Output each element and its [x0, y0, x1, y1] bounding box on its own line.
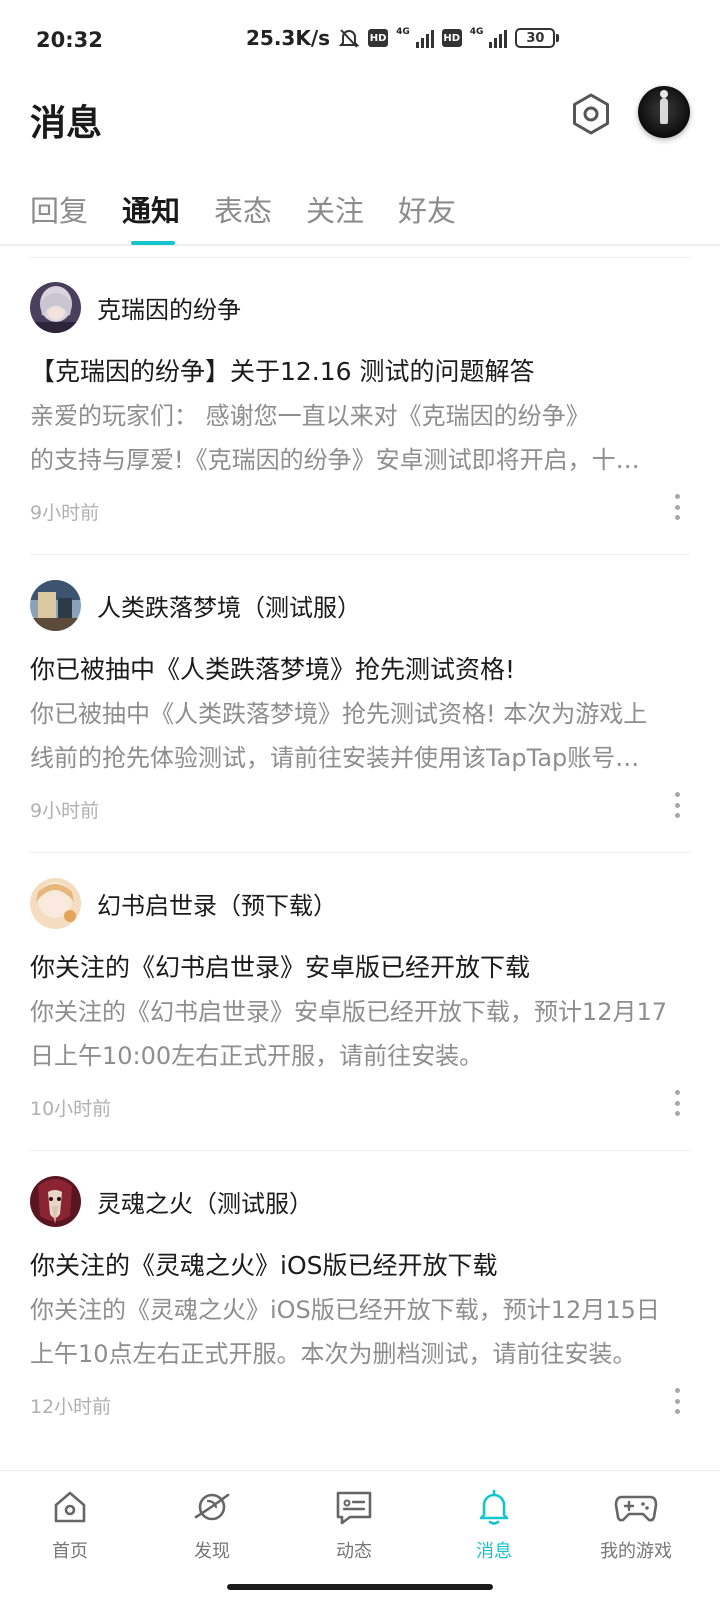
notification-body-line: 你关注的《灵魂之火》iOS版已经开放下载，预计12月15日 [30, 1296, 660, 1324]
game-avatar[interactable] [30, 282, 81, 333]
bell-icon [479, 1489, 509, 1525]
more-options-icon[interactable] [667, 790, 687, 820]
notification-source[interactable]: 人类跌落梦境（测试服） [97, 588, 361, 623]
notification-body-line: 的支持与厚爱!《克瑞因的纷争》安卓测试即将开启，十… [30, 446, 640, 474]
notification-body-line: 你已被抽中《人类跌落梦境》抢先测试资格! 本次为游戏上 [30, 700, 648, 728]
tab-reactions[interactable]: 表态 [214, 188, 272, 230]
notification-card[interactable]: 克瑞因的纷争 【克瑞因的纷争】关于12.16 测试的问题解答 亲爱的玩家们： 感… [0, 252, 720, 555]
notification-body-line: 线前的抢先体验测试，请前往安装并使用该TapTap账号… [30, 744, 640, 772]
notification-title: 你关注的《灵魂之火》iOS版已经开放下载 [30, 1251, 498, 1280]
planet-icon [194, 1493, 230, 1521]
status-indicators: 25.3K/s HD 4G HD 4G 30 [246, 26, 560, 50]
nav-home[interactable]: 首页 [10, 1485, 130, 1563]
tab-friends[interactable]: 好友 [398, 188, 456, 230]
tab-notifications[interactable]: 通知 [122, 188, 180, 230]
notification-card[interactable]: 灵魂之火（测试服） 你关注的《灵魂之火》iOS版已经开放下载 你关注的《灵魂之火… [0, 1146, 720, 1449]
status-time: 20:32 [36, 28, 103, 52]
bottom-navigation: 首页 发现 动态 消息 我的游戏 [0, 1470, 720, 1600]
notification-source[interactable]: 克瑞因的纷争 [97, 290, 241, 325]
avatar-figure-icon [660, 90, 668, 124]
notification-source[interactable]: 幻书启世录（预下载） [97, 886, 337, 921]
notification-time: 9小时前 [30, 800, 100, 822]
notification-body: 你关注的《灵魂之火》iOS版已经开放下载，预计12月15日 上午10点左右正式开… [30, 1288, 690, 1376]
more-options-icon[interactable] [667, 1088, 687, 1118]
nav-messages[interactable]: 消息 [434, 1485, 554, 1563]
battery-level: 30 [515, 28, 556, 48]
game-avatar[interactable] [30, 580, 81, 631]
notification-card[interactable]: 人类跌落梦境（测试服） 你已被抽中《人类跌落梦境》抢先测试资格! 你已被抽中《人… [0, 550, 720, 853]
notification-body-line: 上午10点左右正式开服。本次为删档测试，请前往安装。 [30, 1340, 637, 1368]
page-title: 消息 [30, 103, 103, 144]
nav-label: 动态 [336, 1541, 372, 1562]
settings-hexagon-icon [573, 93, 609, 135]
network-type-2: 4G [469, 27, 484, 37]
user-avatar[interactable] [638, 86, 690, 138]
notification-card[interactable]: 幻书启世录（预下载） 你关注的《幻书启世录》安卓版已经开放下载 你关注的《幻书启… [0, 848, 720, 1151]
more-options-icon[interactable] [667, 1386, 687, 1416]
notification-time: 10小时前 [30, 1098, 112, 1120]
nav-discover[interactable]: 发现 [152, 1485, 272, 1563]
nav-my-games[interactable]: 我的游戏 [576, 1485, 696, 1563]
notification-body-line: 你关注的《幻书启世录》安卓版已经开放下载，预计12月17 [30, 998, 668, 1026]
nav-feed[interactable]: 动态 [294, 1485, 414, 1563]
settings-button[interactable] [567, 90, 615, 138]
notification-list: 克瑞因的纷争 【克瑞因的纷争】关于12.16 测试的问题解答 亲爱的玩家们： 感… [0, 248, 720, 1470]
nav-label: 我的游戏 [600, 1541, 672, 1562]
network-type: 4G [396, 27, 410, 37]
notification-time: 9小时前 [30, 502, 100, 524]
mute-bell-icon [338, 29, 360, 48]
game-avatar[interactable] [30, 878, 81, 929]
nav-label: 首页 [52, 1541, 88, 1562]
notification-body: 亲爱的玩家们： 感谢您一直以来对《克瑞因的纷争》 的支持与厚爱!《克瑞因的纷争》… [30, 394, 690, 482]
notification-body-line: 亲爱的玩家们： 感谢您一直以来对《克瑞因的纷争》 [30, 402, 590, 430]
notification-source[interactable]: 灵魂之火（测试服） [97, 1184, 313, 1219]
notification-title: 【克瑞因的纷争】关于12.16 测试的问题解答 [30, 357, 535, 386]
network-speed: 25.3K/s [246, 26, 331, 50]
gamepad-icon [614, 1495, 658, 1522]
notification-title: 你已被抽中《人类跌落梦境》抢先测试资格! [30, 655, 516, 684]
game-avatar[interactable] [30, 1176, 81, 1227]
hd-badge-icon: HD [368, 29, 389, 47]
page-header: 消息 [0, 84, 720, 160]
notification-body: 你已被抽中《人类跌落梦境》抢先测试资格! 本次为游戏上 线前的抢先体验测试，请前… [30, 692, 690, 780]
status-bar: 20:32 25.3K/s HD 4G HD 4G 30 [0, 0, 720, 84]
signal-icon-2 [489, 28, 508, 48]
tab-reply[interactable]: 回复 [30, 188, 88, 230]
tab-follows[interactable]: 关注 [306, 188, 364, 230]
battery-icon: 30 [515, 28, 560, 48]
nav-label: 消息 [476, 1541, 512, 1562]
signal-icon [415, 28, 434, 48]
hd-badge-icon-2: HD [441, 29, 462, 47]
home-icon [54, 1491, 86, 1523]
notification-time: 12小时前 [30, 1396, 112, 1418]
nav-label: 发现 [194, 1541, 230, 1562]
notification-body: 你关注的《幻书启世录》安卓版已经开放下载，预计12月17 日上午10:00左右正… [30, 990, 690, 1078]
message-tabs: 回复 通知 表态 关注 好友 [0, 180, 720, 246]
active-tab-indicator [131, 241, 175, 245]
more-options-icon[interactable] [667, 492, 687, 522]
home-indicator[interactable] [227, 1584, 493, 1590]
notification-title: 你关注的《幻书启世录》安卓版已经开放下载 [30, 953, 531, 982]
notification-body-line: 日上午10:00左右正式开服，请前往安装。 [30, 1042, 484, 1070]
chat-icon [336, 1491, 372, 1525]
